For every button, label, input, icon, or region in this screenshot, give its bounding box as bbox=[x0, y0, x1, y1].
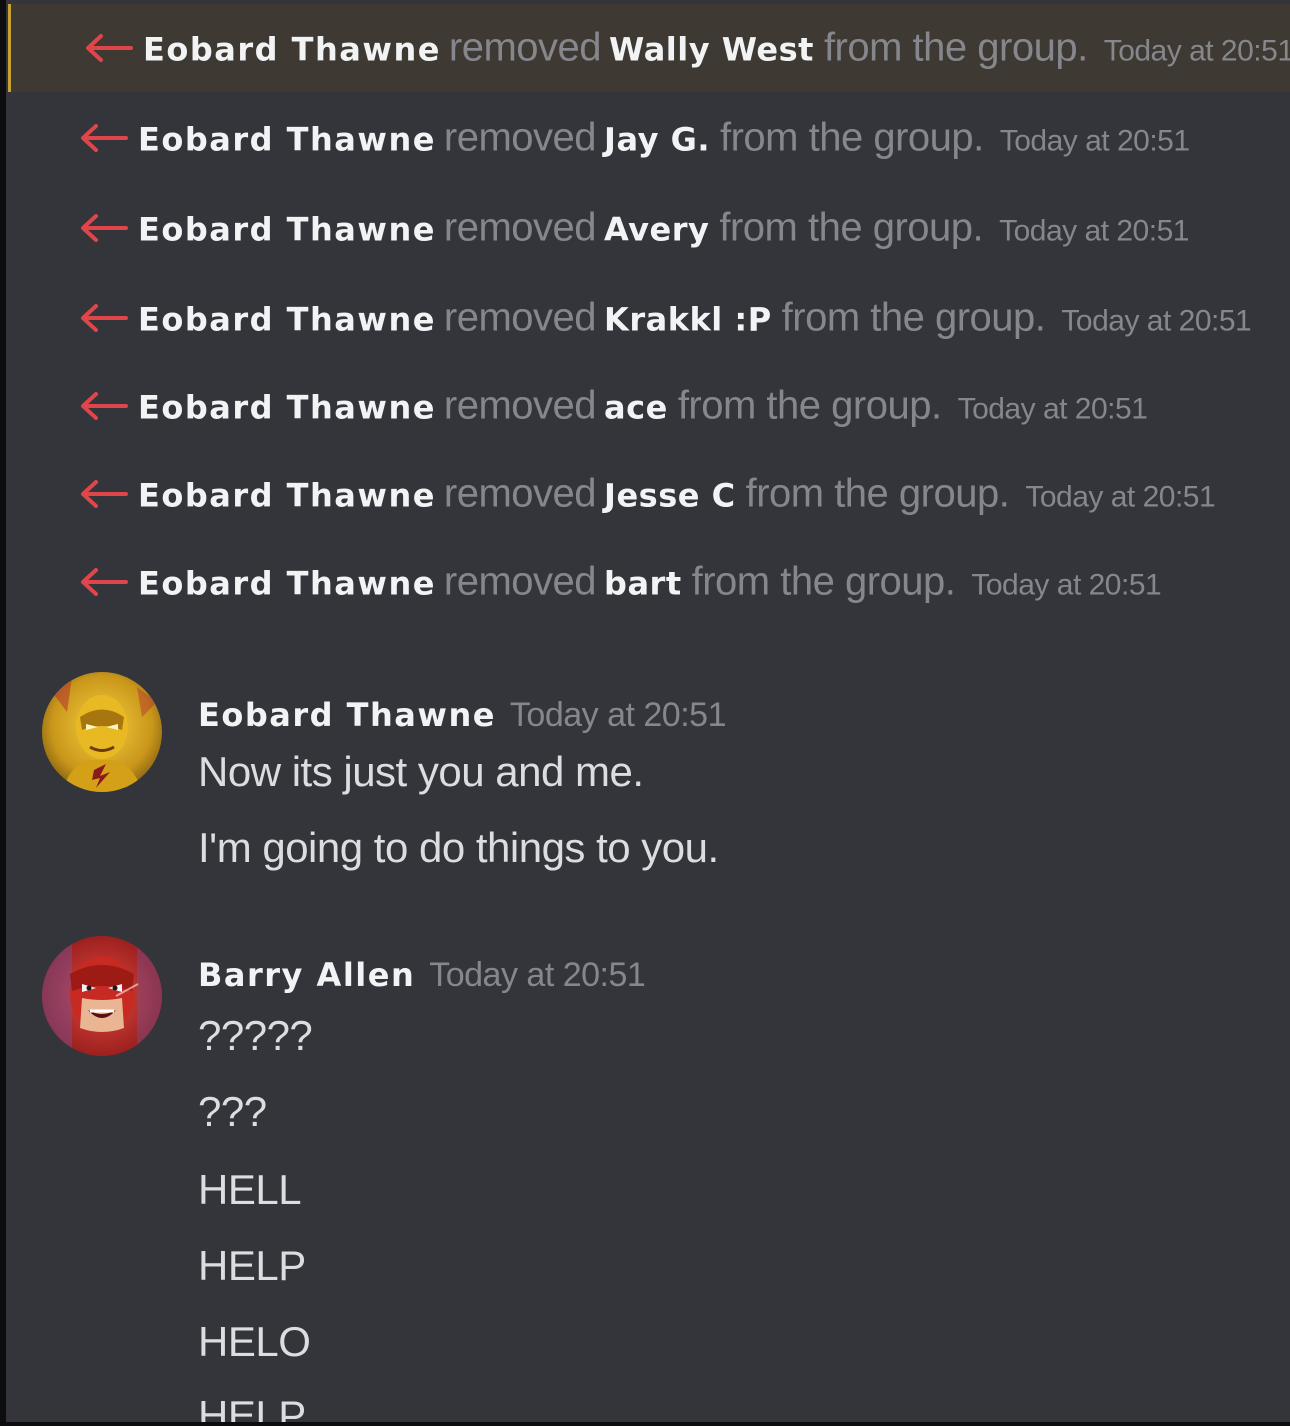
leave-arrow-icon bbox=[78, 123, 128, 153]
timestamp: Today at 20:51 bbox=[1103, 34, 1290, 68]
action-tail: from the group. bbox=[719, 205, 984, 250]
message-text: HELP bbox=[198, 1242, 306, 1289]
message-header: Barry Allen Today at 20:51 bbox=[198, 956, 646, 995]
leave-arrow-icon bbox=[78, 479, 128, 509]
author-name[interactable]: Barry Allen bbox=[198, 956, 415, 994]
action-verb: removed bbox=[443, 383, 597, 428]
system-message-row[interactable]: Eobard Thawne removed ace from the group… bbox=[6, 362, 1290, 450]
system-message-row[interactable]: Eobard Thawne removed Krakkl :P from the… bbox=[6, 274, 1290, 362]
message-text: HELO bbox=[198, 1318, 311, 1365]
message-header: Eobard Thawne Today at 20:51 bbox=[198, 696, 726, 735]
actor-name[interactable]: Eobard Thawne bbox=[138, 121, 436, 159]
target-name[interactable]: Avery bbox=[604, 211, 709, 249]
system-message-row[interactable]: Eobard Thawne removed bart from the grou… bbox=[6, 538, 1290, 626]
action-tail: from the group. bbox=[691, 559, 956, 604]
action-verb: removed bbox=[443, 559, 597, 604]
timestamp: Today at 20:51 bbox=[957, 392, 1148, 426]
action-tail: from the group. bbox=[745, 471, 1010, 516]
action-tail: from the group. bbox=[823, 25, 1088, 70]
system-message-row[interactable]: Eobard Thawne removed Avery from the gro… bbox=[6, 184, 1290, 272]
leave-arrow-icon bbox=[78, 567, 128, 597]
action-verb: removed bbox=[443, 471, 597, 516]
message-text: HELP bbox=[198, 1392, 306, 1426]
author-name[interactable]: Eobard Thawne bbox=[198, 696, 496, 734]
target-name[interactable]: ace bbox=[604, 389, 668, 427]
action-tail: from the group. bbox=[677, 383, 942, 428]
message-text: ??? bbox=[198, 1088, 267, 1135]
system-message-row[interactable]: Eobard Thawne removed Jay G. from the gr… bbox=[6, 94, 1290, 182]
action-tail: from the group. bbox=[719, 115, 984, 160]
flash-avatar[interactable] bbox=[42, 936, 162, 1056]
message-timestamp: Today at 20:51 bbox=[509, 696, 727, 734]
timestamp: Today at 20:51 bbox=[1061, 304, 1252, 338]
action-tail: from the group. bbox=[781, 295, 1046, 340]
action-verb: removed bbox=[448, 25, 602, 70]
action-verb: removed bbox=[443, 115, 597, 160]
actor-name[interactable]: Eobard Thawne bbox=[143, 31, 441, 69]
action-verb: removed bbox=[443, 205, 597, 250]
target-name[interactable]: Krakkl :P bbox=[604, 301, 772, 339]
message-text: HELL bbox=[198, 1166, 302, 1213]
timestamp: Today at 20:51 bbox=[999, 124, 1190, 158]
chat-window: Eobard Thawne removed Wally West from th… bbox=[0, 0, 1290, 1426]
target-name[interactable]: Jay G. bbox=[604, 121, 710, 159]
actor-name[interactable]: Eobard Thawne bbox=[138, 301, 436, 339]
leave-arrow-icon bbox=[78, 391, 128, 421]
timestamp: Today at 20:51 bbox=[1025, 480, 1216, 514]
action-verb: removed bbox=[443, 295, 597, 340]
leave-arrow-icon bbox=[78, 303, 128, 333]
message-text: ????? bbox=[198, 1012, 313, 1059]
system-message-row[interactable]: Eobard Thawne removed Jesse C from the g… bbox=[6, 450, 1290, 538]
target-name[interactable]: bart bbox=[604, 565, 682, 603]
target-name[interactable]: Wally West bbox=[609, 31, 814, 69]
message-timestamp: Today at 20:51 bbox=[429, 956, 646, 994]
reverse-flash-avatar[interactable] bbox=[42, 672, 162, 792]
leave-arrow-icon bbox=[83, 33, 133, 63]
leave-arrow-icon bbox=[78, 213, 128, 243]
actor-name[interactable]: Eobard Thawne bbox=[138, 565, 436, 603]
message-text: Now its just you and me. bbox=[198, 748, 644, 795]
actor-name[interactable]: Eobard Thawne bbox=[138, 477, 436, 515]
timestamp: Today at 20:51 bbox=[999, 214, 1189, 248]
system-message-row[interactable]: Eobard Thawne removed Wally West from th… bbox=[8, 4, 1290, 92]
target-name[interactable]: Jesse C bbox=[604, 477, 736, 515]
timestamp: Today at 20:51 bbox=[971, 568, 1162, 602]
message-text: I'm going to do things to you. bbox=[198, 824, 719, 871]
actor-name[interactable]: Eobard Thawne bbox=[138, 389, 436, 427]
actor-name[interactable]: Eobard Thawne bbox=[138, 211, 436, 249]
